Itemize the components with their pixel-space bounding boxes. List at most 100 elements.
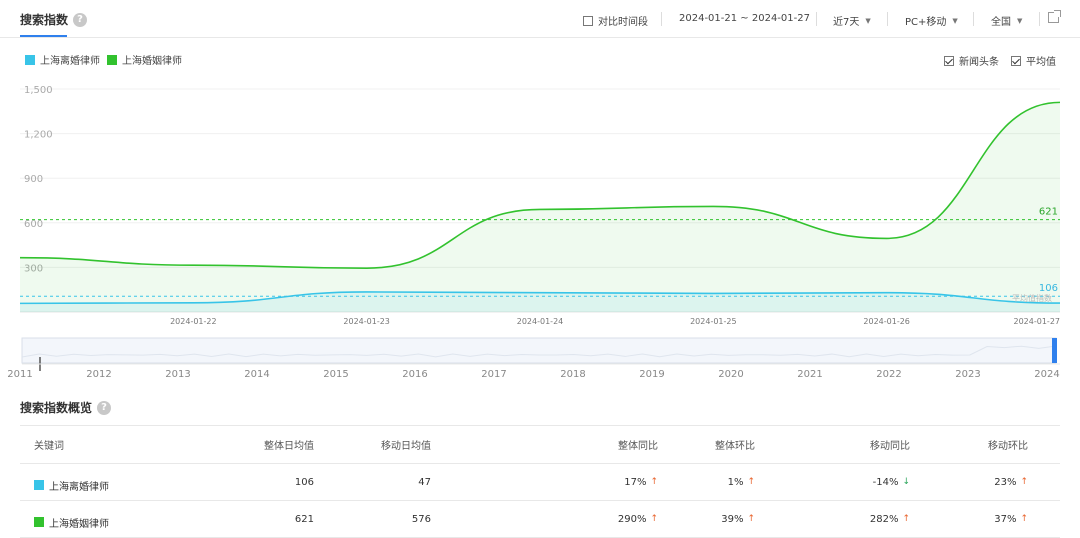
legend-label: 上海婚姻律师 [122, 56, 182, 67]
overall-avg-cell: 106 [295, 464, 314, 500]
slider-year-label: 2024 [1034, 369, 1059, 380]
checkbox-checked-icon[interactable] [944, 55, 954, 66]
mobile-yoy-cell: -14% ↓ [873, 464, 910, 500]
checkbox-checked-icon[interactable] [1011, 55, 1021, 66]
slider-year-label: 2016 [402, 369, 427, 380]
x-tick-label: 2024-01-27 [1014, 317, 1061, 326]
divider [1039, 12, 1040, 26]
divider [816, 12, 817, 26]
cell-value: 106 [294, 476, 314, 488]
keyword-label: 上海离婚律师 [49, 481, 109, 493]
average-label: 平均值 [1026, 57, 1056, 68]
divider [887, 12, 888, 26]
news-checkbox[interactable]: 新闻头条 [944, 53, 999, 68]
overall-mom-cell: 39% ↑ [721, 501, 755, 537]
column-header: 关键词 [34, 441, 64, 452]
compare-period-checkbox[interactable]: 对比时间段 [583, 13, 648, 28]
period-select[interactable]: 近7天 ▼ [833, 13, 871, 29]
news-label: 新闻头条 [959, 57, 999, 68]
region-select[interactable]: 全国 ▼ [991, 13, 1023, 29]
cell-value: 576 [411, 513, 431, 525]
legend-label: 上海离婚律师 [40, 56, 100, 67]
device-select[interactable]: PC+移动 ▼ [905, 13, 958, 29]
x-tick-label: 2024-01-24 [517, 317, 564, 326]
cell-value: 1% [727, 476, 744, 488]
slider-year-label: 2018 [560, 369, 585, 380]
period-select-value: 近7天 [833, 17, 860, 28]
checkbox-icon[interactable] [583, 15, 593, 26]
table-row: 上海离婚律师 106 47 17% ↑ 1% ↑ -14% ↓ 23% ↑ [20, 464, 1060, 501]
help-icon[interactable]: ? [97, 400, 112, 415]
column-header: 移动环比 [988, 441, 1028, 452]
header: 搜索指数 ? 对比时间段 2024-01-21 ~ 2024-01-27 近7天… [0, 0, 1080, 38]
cell-value: 282% [869, 513, 899, 525]
y-tick-label: 1,500 [24, 85, 53, 96]
x-tick-label: 2024-01-26 [863, 317, 910, 326]
export-button[interactable] [1048, 10, 1061, 23]
cell-value: -14% [872, 476, 899, 488]
legend-item-marriage-lawyer[interactable]: 上海婚姻律师 [107, 52, 182, 67]
slider-year-label: 2015 [323, 369, 348, 380]
cell-value: 47 [418, 476, 431, 488]
column-header: 移动同比 [870, 441, 910, 452]
chevron-down-icon: ▼ [952, 16, 958, 25]
cell-value: 17% [624, 476, 647, 488]
legend-swatch [25, 54, 35, 65]
slider-year-label: 2020 [718, 369, 743, 380]
column-header: 移动日均值 [381, 441, 431, 452]
compare-period-label: 对比时间段 [598, 17, 648, 28]
x-tick-label: 2024-01-25 [690, 317, 737, 326]
x-tick-label: 2024-01-23 [343, 317, 390, 326]
overall-yoy-cell: 290% ↑ [618, 501, 658, 537]
slider-track [21, 337, 1057, 364]
x-tick-label: 2024-01-22 [170, 317, 217, 326]
help-icon[interactable]: ? [73, 12, 88, 27]
arrow-up-icon: ↑ [747, 477, 755, 487]
slider-year-label: 2019 [639, 369, 664, 380]
tab-search-index[interactable]: 搜索指数 ? [20, 11, 88, 28]
keyword-swatch [34, 517, 44, 527]
time-range-slider[interactable]: 2011 2012 2013 2014 2015 2016 2017 2018 2019 2020… [0, 333, 1080, 383]
overview-table: 关键词 整体日均值 移动日均值 整体同比 整体环比 移动同比 移动环比 上海离婚… [20, 425, 1060, 538]
table-row: 上海婚姻律师 621 576 290% ↑ 39% ↑ 282% ↑ 37% ↑ [20, 501, 1060, 538]
arrow-up-icon: ↑ [650, 514, 658, 524]
arrow-down-icon: ↓ [902, 477, 910, 487]
slider-year-label: 2017 [481, 369, 506, 380]
overview-title-wrap: 搜索指数概览 ? [20, 399, 112, 416]
average-note: 平均值指数 [1012, 293, 1052, 303]
overall-avg-cell: 621 [295, 501, 314, 537]
y-tick-label: 600 [24, 219, 43, 230]
chevron-down-icon: ▼ [1017, 16, 1023, 25]
arrow-up-icon: ↑ [1020, 477, 1028, 487]
average-value-label: 621 [1039, 207, 1058, 218]
cell-value: 39% [721, 513, 744, 525]
chevron-down-icon: ▼ [865, 16, 871, 25]
mobile-mom-cell: 23% ↑ [994, 464, 1028, 500]
arrow-up-icon: ↑ [650, 477, 658, 487]
column-header: 整体环比 [715, 441, 755, 452]
arrow-up-icon: ↑ [1020, 514, 1028, 524]
date-range-picker[interactable]: 2024-01-21 ~ 2024-01-27 [679, 13, 810, 24]
cell-value: 23% [994, 476, 1017, 488]
y-tick-label: 900 [24, 174, 43, 185]
date-range-text: 2024-01-21 ~ 2024-01-27 [679, 13, 810, 24]
legend-item-divorce-lawyer[interactable]: 上海离婚律师 [25, 52, 100, 67]
arrow-up-icon: ↑ [747, 514, 755, 524]
column-header: 整体日均值 [264, 441, 314, 452]
region-select-value: 全国 [991, 17, 1011, 28]
cell-value: 290% [617, 513, 647, 525]
mobile-mom-cell: 37% ↑ [994, 501, 1028, 537]
device-select-value: PC+移动 [905, 17, 947, 28]
column-header: 整体同比 [618, 441, 658, 452]
trend-chart[interactable]: 1,5001,2009006003002024-01-22 2024-01-23 2… [0, 78, 1080, 330]
average-checkbox[interactable]: 平均值 [1011, 53, 1056, 68]
slider-year-label: 2022 [876, 369, 901, 380]
slider-year-label: 2014 [244, 369, 269, 380]
divider [973, 12, 974, 26]
cell-value: 621 [294, 513, 314, 525]
slider-year-label: 2023 [955, 369, 980, 380]
y-tick-label: 1,200 [24, 130, 53, 141]
overall-mom-cell: 1% ↑ [728, 464, 755, 500]
divider [661, 12, 662, 26]
mobile-avg-cell: 576 [412, 501, 431, 537]
